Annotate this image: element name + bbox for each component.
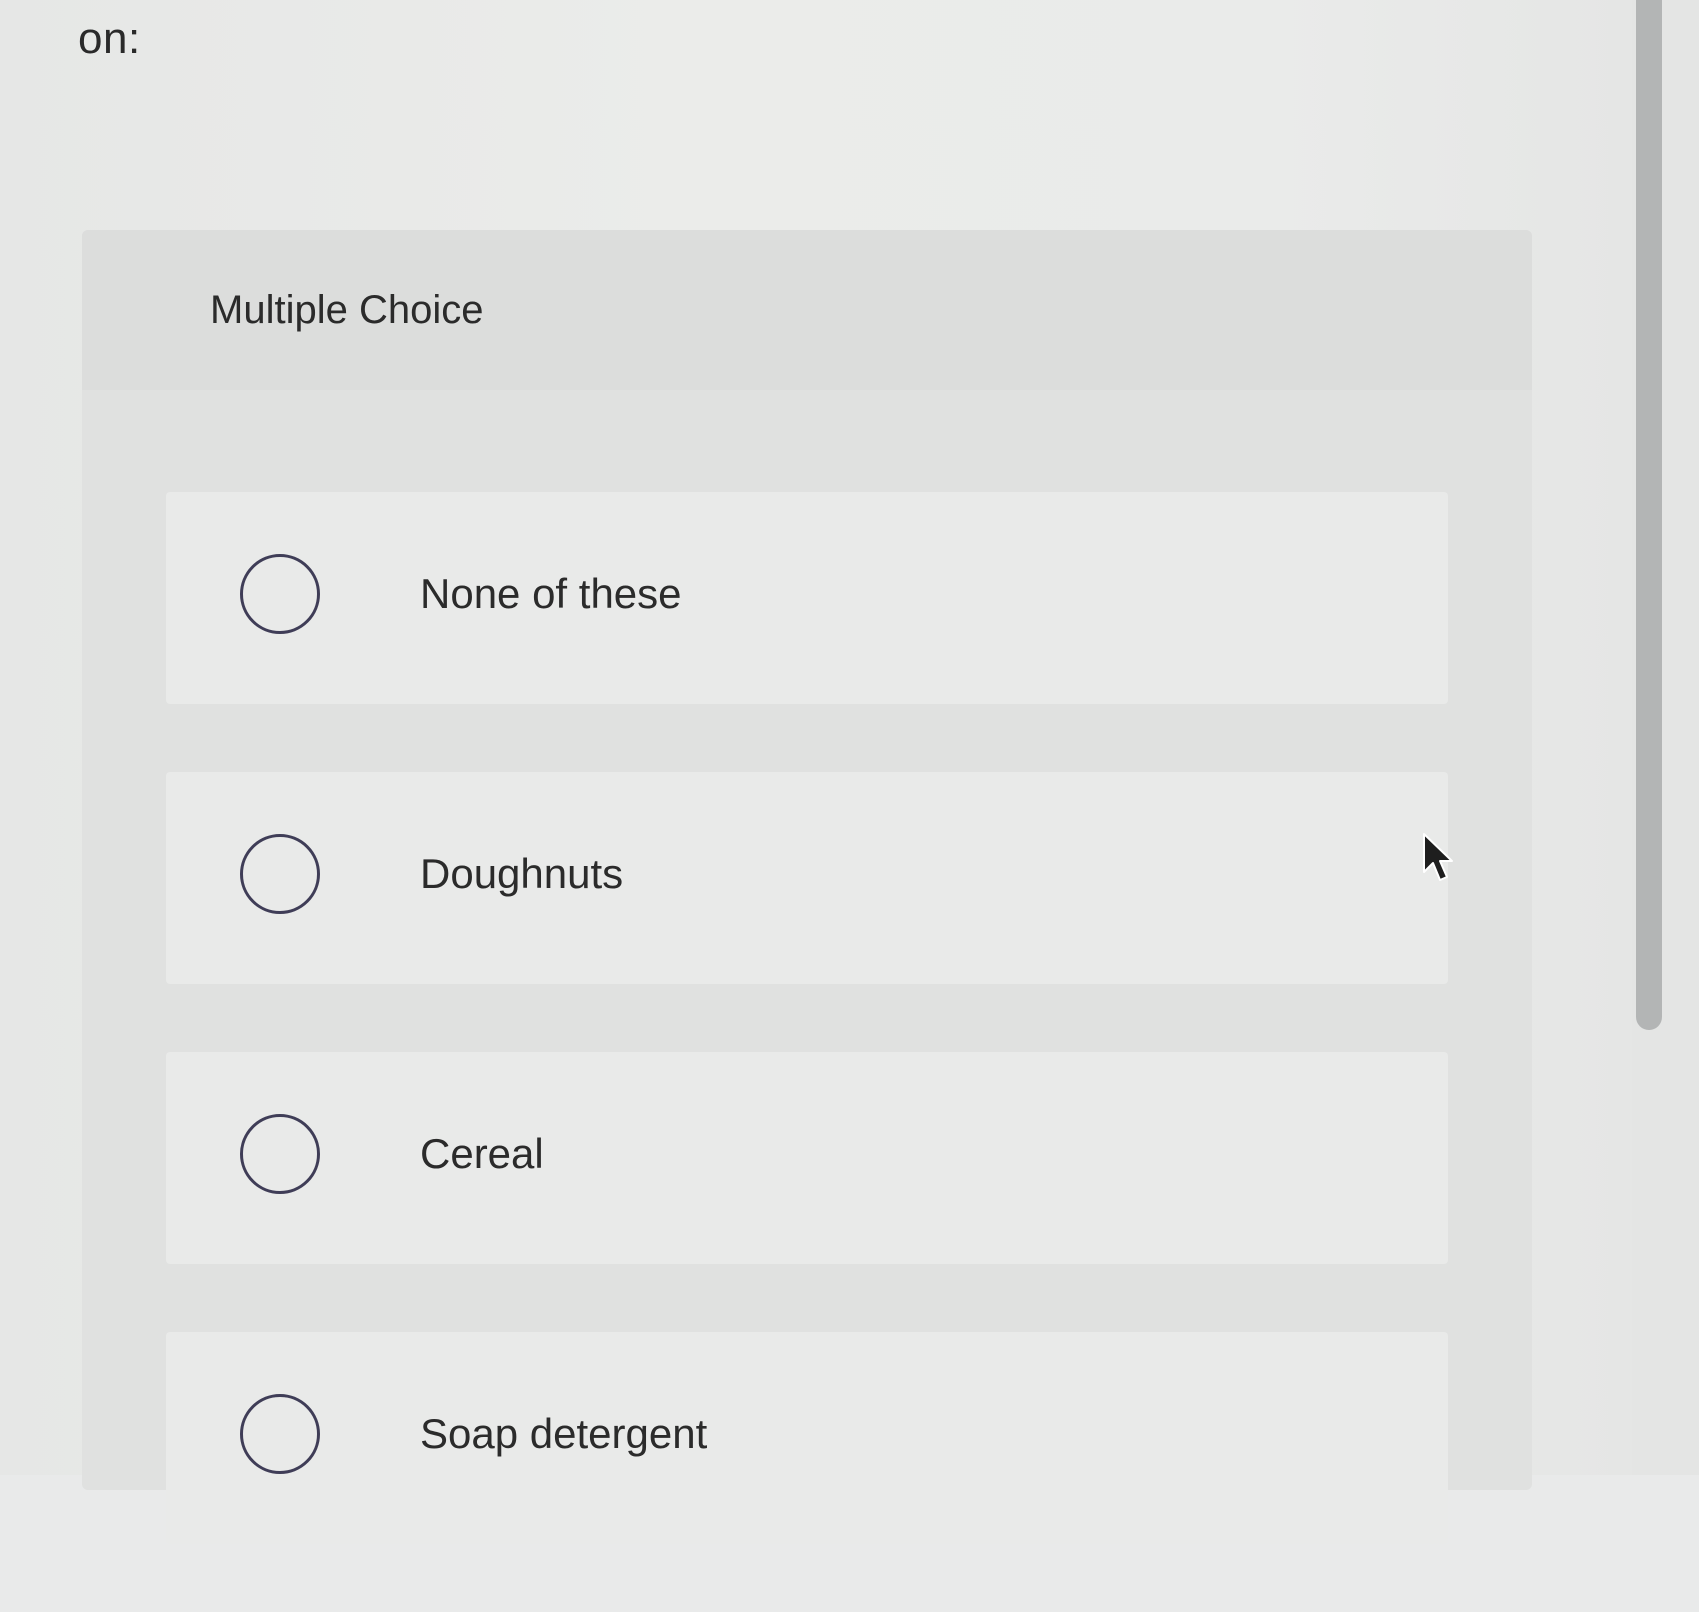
answer-option-doughnuts[interactable]: Doughnuts — [166, 772, 1448, 984]
answer-option-label: Soap detergent — [420, 1410, 708, 1457]
radio-button-icon[interactable] — [240, 554, 320, 634]
page: on: Multiple Choice None of these Doughn… — [0, 0, 1699, 1544]
mouse-pointer-icon — [1423, 833, 1453, 881]
answer-option-label: None of these — [420, 570, 682, 617]
question-card-header: Multiple Choice — [82, 230, 1532, 390]
page-scrollbar-thumb[interactable] — [1636, 0, 1662, 1030]
answer-option-none-of-these[interactable]: None of these — [166, 492, 1448, 704]
radio-button-icon[interactable] — [240, 1394, 320, 1474]
question-type-title: Multiple Choice — [210, 288, 484, 332]
radio-button-icon[interactable] — [240, 1114, 320, 1194]
answer-option-label: Doughnuts — [420, 850, 624, 897]
answer-option-label: Cereal — [420, 1130, 544, 1177]
question-prompt-fragment: on: — [78, 14, 141, 63]
answer-options: None of these Doughnuts Cereal Soap dete… — [166, 492, 1448, 1612]
answer-option-soap-detergent[interactable]: Soap detergent — [166, 1332, 1448, 1544]
radio-button-icon[interactable] — [240, 834, 320, 914]
question-card: Multiple Choice None of these Doughnuts … — [82, 230, 1532, 1544]
answer-option-cereal[interactable]: Cereal — [166, 1052, 1448, 1264]
